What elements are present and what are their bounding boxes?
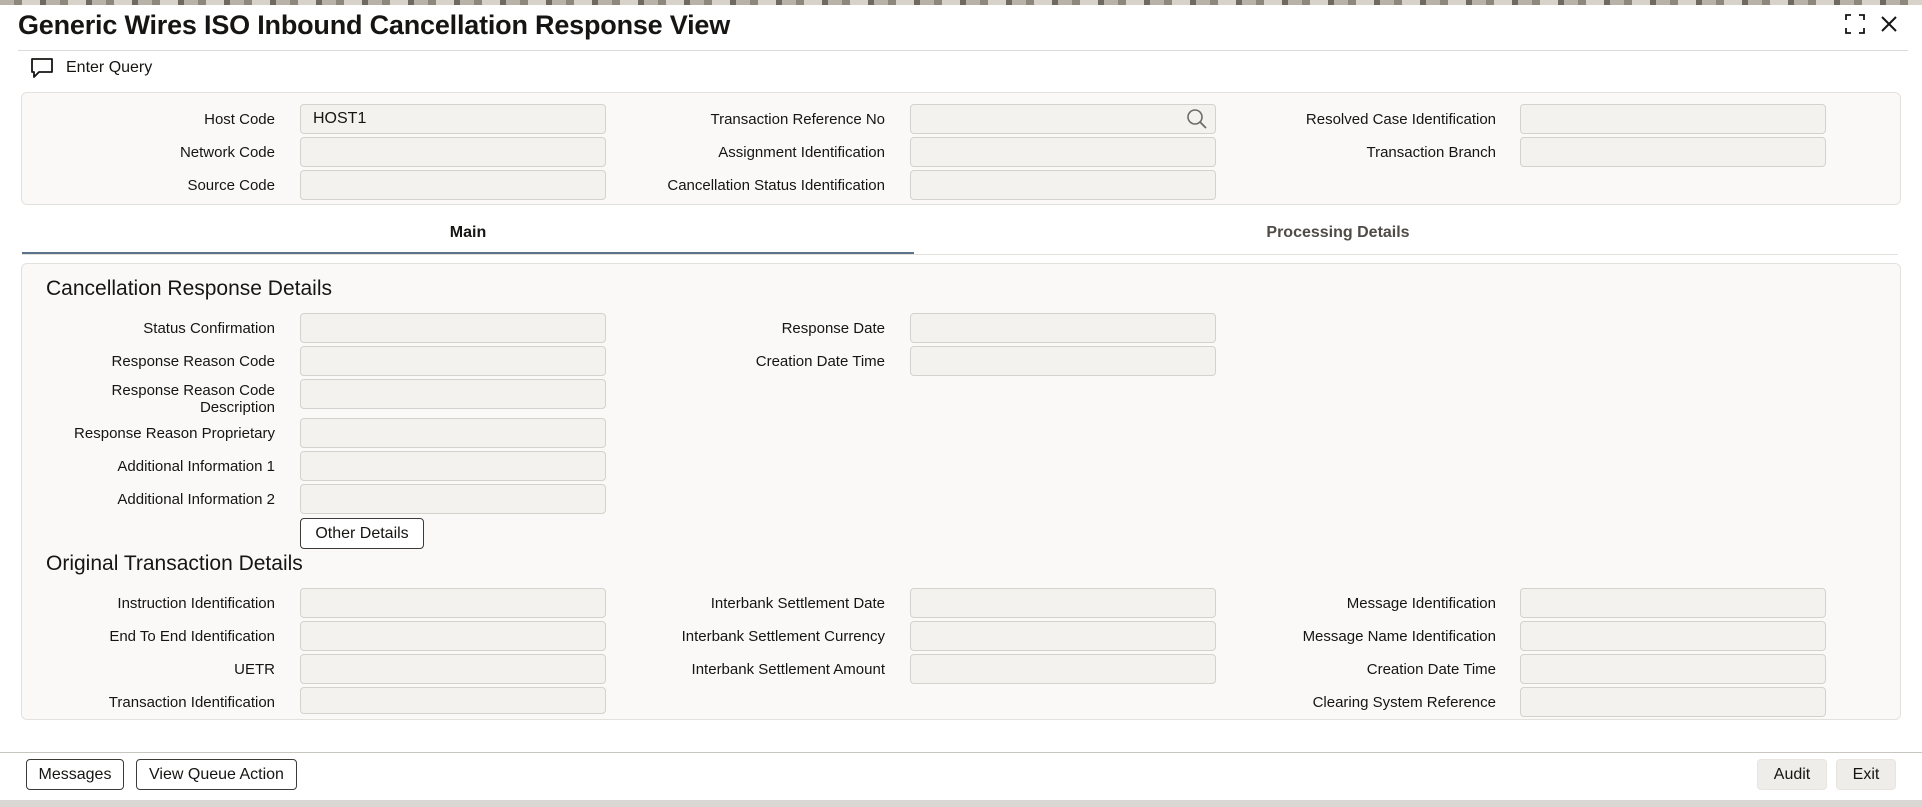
messages-button[interactable]: Messages bbox=[26, 759, 124, 790]
transaction-identification-field[interactable] bbox=[300, 687, 606, 714]
transaction-branch-field[interactable] bbox=[1520, 137, 1826, 167]
source-code-label: Source Code bbox=[187, 177, 275, 194]
creation-date-time-original-label: Creation Date Time bbox=[1366, 661, 1496, 678]
network-code-field[interactable] bbox=[300, 137, 606, 167]
additional-information-2-label: Additional Information 2 bbox=[117, 491, 275, 508]
resolved-case-identification-label: Resolved Case Identification bbox=[1305, 111, 1496, 128]
title-separator bbox=[18, 50, 1908, 51]
clearing-system-reference-label: Clearing System Reference bbox=[1312, 694, 1496, 711]
creation-date-time-label: Creation Date Time bbox=[755, 353, 885, 370]
cancellation-status-identification-field[interactable] bbox=[910, 170, 1216, 200]
tab-main[interactable]: Main bbox=[22, 215, 914, 255]
response-reason-proprietary-field[interactable] bbox=[300, 418, 606, 448]
host-code-label: Host Code bbox=[204, 111, 275, 128]
response-reason-code-description-field[interactable] bbox=[300, 379, 606, 409]
creation-date-time-field[interactable] bbox=[910, 346, 1216, 376]
network-code-label: Network Code bbox=[179, 144, 275, 161]
message-name-identification-field[interactable] bbox=[1520, 621, 1826, 651]
response-reason-code-description-label-line1: Response Reason Code bbox=[111, 382, 275, 399]
interbank-settlement-amount-label: Interbank Settlement Amount bbox=[691, 661, 885, 678]
instruction-identification-field[interactable] bbox=[300, 588, 606, 618]
cancellation-response-section-title: Cancellation Response Details bbox=[46, 277, 332, 300]
response-reason-code-label: Response Reason Code bbox=[111, 353, 275, 370]
close-icon[interactable] bbox=[1877, 12, 1901, 36]
additional-information-1-label: Additional Information 1 bbox=[117, 458, 275, 475]
transaction-identification-label: Transaction Identification bbox=[108, 694, 275, 711]
response-reason-code-field[interactable] bbox=[300, 346, 606, 376]
cancellation-status-identification-label: Cancellation Status Identification bbox=[667, 177, 885, 194]
message-identification-field[interactable] bbox=[1520, 588, 1826, 618]
maximize-icon[interactable] bbox=[1843, 12, 1867, 36]
uetr-label: UETR bbox=[234, 661, 275, 678]
uetr-field[interactable] bbox=[300, 654, 606, 684]
interbank-settlement-date-label: Interbank Settlement Date bbox=[710, 595, 885, 612]
resolved-case-identification-field[interactable] bbox=[1520, 104, 1826, 134]
source-code-field[interactable] bbox=[300, 170, 606, 200]
transaction-reference-no-label: Transaction Reference No bbox=[710, 111, 885, 128]
original-transaction-section-title: Original Transaction Details bbox=[46, 552, 303, 575]
message-name-identification-label: Message Name Identification bbox=[1302, 628, 1496, 645]
interbank-settlement-amount-field[interactable] bbox=[910, 654, 1216, 684]
transaction-reference-no-field[interactable] bbox=[910, 104, 1216, 134]
window-title: Generic Wires ISO Inbound Cancellation R… bbox=[18, 10, 731, 40]
creation-date-time-original-field[interactable] bbox=[1520, 654, 1826, 684]
enter-query-button[interactable]: Enter Query bbox=[30, 55, 152, 81]
instruction-identification-label: Instruction Identification bbox=[117, 595, 275, 612]
interbank-settlement-currency-field[interactable] bbox=[910, 621, 1216, 651]
interbank-settlement-date-field[interactable] bbox=[910, 588, 1216, 618]
additional-information-1-field[interactable] bbox=[300, 451, 606, 481]
chat-bubble-icon bbox=[31, 58, 53, 78]
response-reason-proprietary-label: Response Reason Proprietary bbox=[74, 425, 275, 442]
status-confirmation-label: Status Confirmation bbox=[143, 320, 275, 337]
audit-button[interactable]: Audit bbox=[1757, 759, 1827, 790]
end-to-end-identification-field[interactable] bbox=[300, 621, 606, 651]
host-code-field[interactable] bbox=[300, 104, 606, 134]
status-confirmation-field[interactable] bbox=[300, 313, 606, 343]
transaction-branch-label: Transaction Branch bbox=[1366, 144, 1496, 161]
other-details-button[interactable]: Other Details bbox=[300, 518, 424, 549]
enter-query-label: Enter Query bbox=[66, 59, 153, 76]
view-queue-action-button[interactable]: View Queue Action bbox=[136, 759, 297, 790]
response-reason-code-description-label-line2: Description bbox=[199, 399, 275, 416]
response-date-field[interactable] bbox=[910, 313, 1216, 343]
assignment-identification-field[interactable] bbox=[910, 137, 1216, 167]
message-identification-label: Message Identification bbox=[1346, 595, 1496, 612]
exit-button[interactable]: Exit bbox=[1836, 759, 1896, 790]
top-decorative-strip bbox=[0, 0, 1922, 5]
response-date-label: Response Date bbox=[781, 320, 885, 337]
tab-underline bbox=[22, 254, 1898, 255]
footer-separator bbox=[0, 752, 1922, 753]
assignment-identification-label: Assignment Identification bbox=[718, 144, 885, 161]
additional-information-2-field[interactable] bbox=[300, 484, 606, 514]
end-to-end-identification-label: End To End Identification bbox=[109, 628, 275, 645]
response-reason-code-description-label: Response Reason Code Description bbox=[40, 382, 275, 416]
interbank-settlement-currency-label: Interbank Settlement Currency bbox=[681, 628, 885, 645]
clearing-system-reference-field[interactable] bbox=[1520, 687, 1826, 717]
tab-processing-details[interactable]: Processing Details bbox=[892, 215, 1784, 255]
bottom-strip bbox=[0, 800, 1922, 807]
